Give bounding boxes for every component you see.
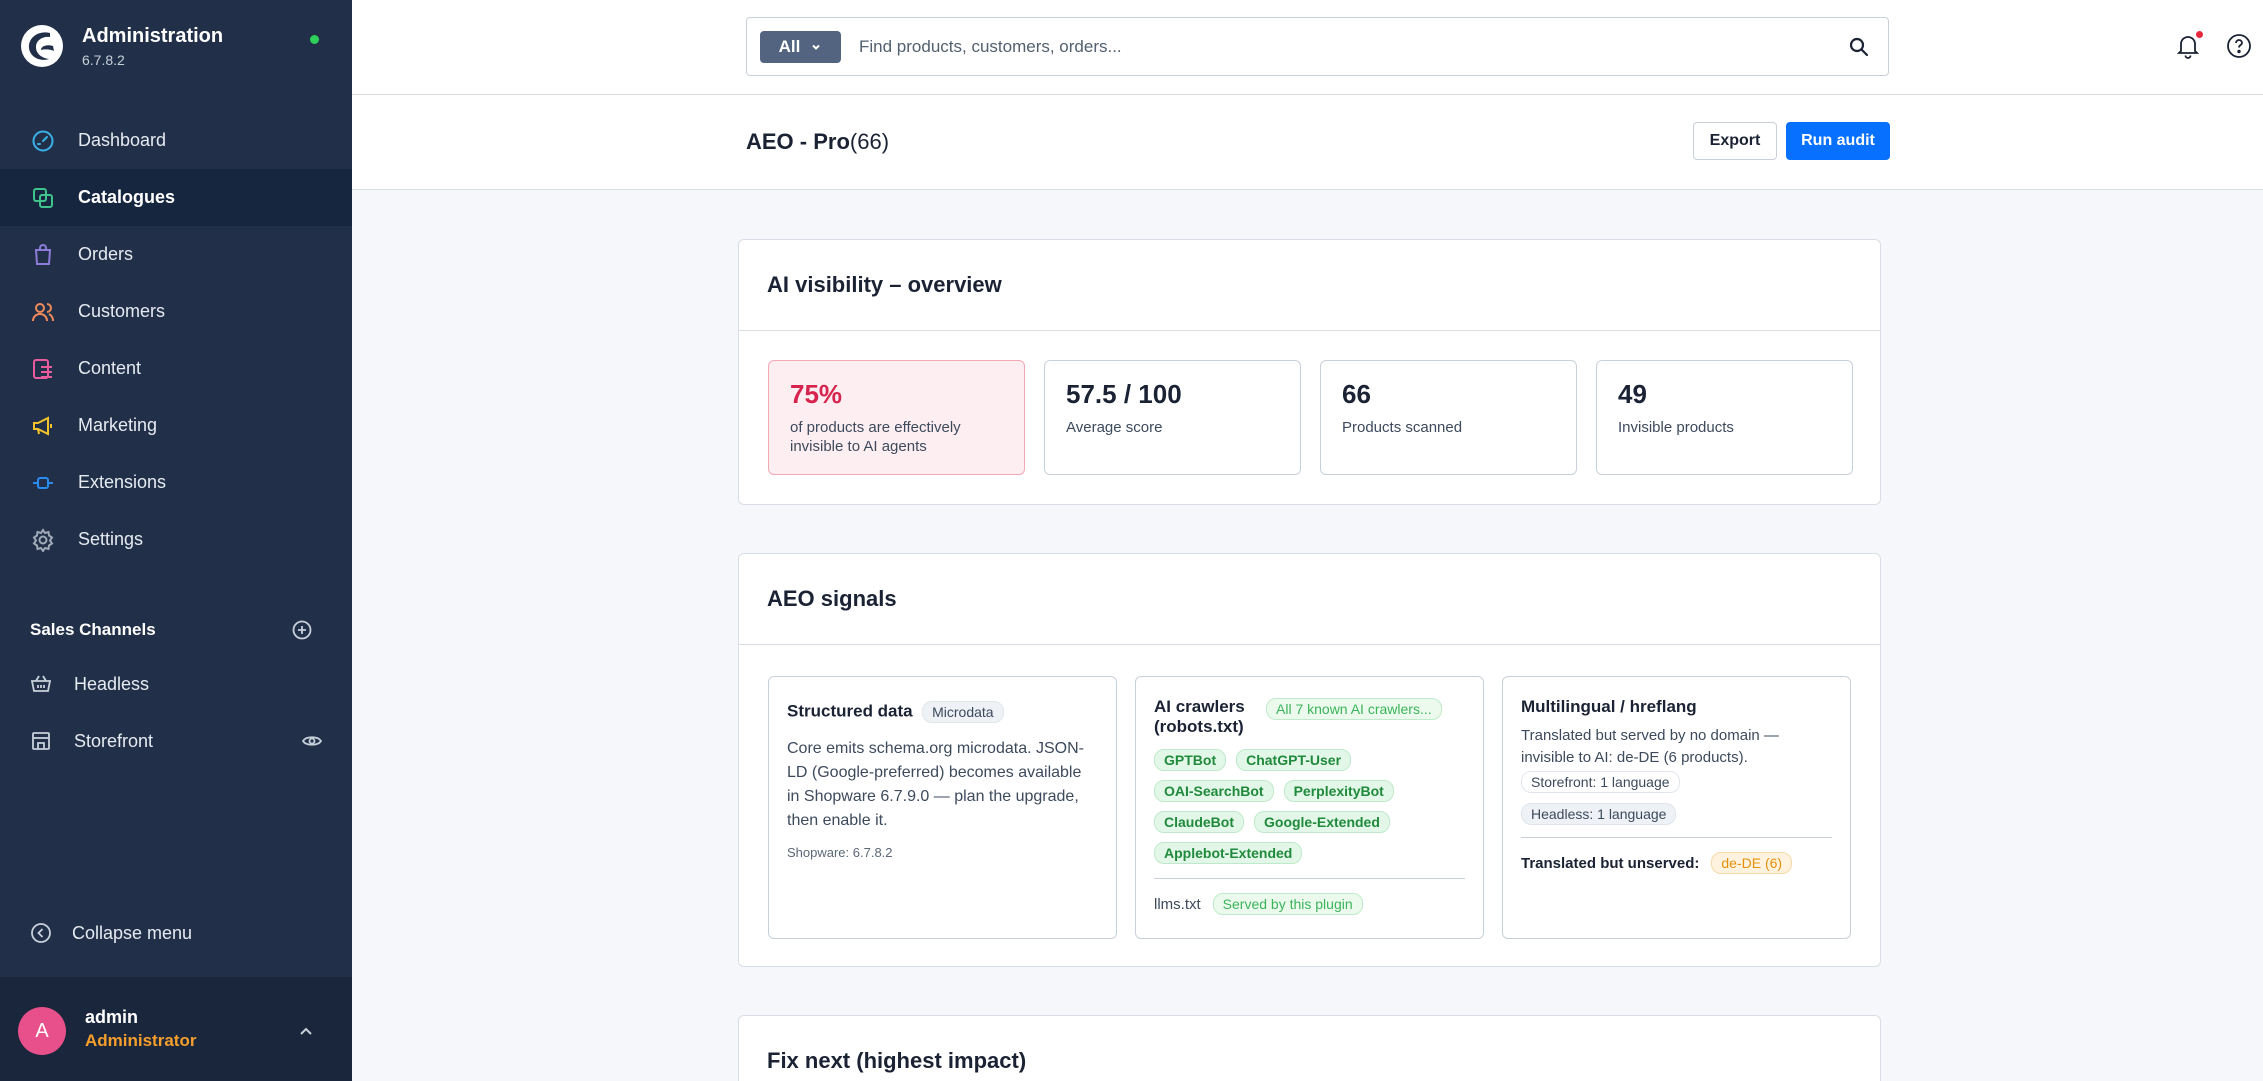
help-icon[interactable] <box>2226 33 2252 59</box>
store-icon <box>30 730 52 752</box>
kpi-invisible-share: 75% of products are effectively invisibl… <box>768 360 1025 475</box>
signals-title: AEO signals <box>739 554 1880 645</box>
search-icon[interactable] <box>1848 36 1870 58</box>
gear-icon <box>30 527 56 553</box>
overview-card: AI visibility – overview 75% of products… <box>738 239 1881 505</box>
fix-next-card: Fix next (highest impact) <box>738 1015 1881 1081</box>
kpi-products-scanned: 66 Products scanned <box>1320 360 1577 475</box>
overview-title: AI visibility – overview <box>739 240 1880 331</box>
structured-data-text: Core emits schema.org microdata. JSON-LD… <box>787 740 1084 829</box>
page-header: AEO - Pro(66) Export Run audit <box>352 95 2263 190</box>
users-icon <box>30 299 56 325</box>
fix-next-title: Fix next (highest impact) <box>767 1048 1027 1073</box>
sidebar: Administration 6.7.8.2 Dashboard Catalog… <box>0 0 352 1081</box>
signal-structured-data: Structured data Microdata Core emits sch… <box>768 676 1117 939</box>
nav-item-catalogues[interactable]: Catalogues <box>0 169 352 226</box>
llms-row: llms.txt Served by this plugin <box>1154 893 1465 915</box>
signals-card: AEO signals Structured data Microdata Co… <box>738 553 1881 967</box>
divider <box>1154 878 1465 879</box>
chevron-up-icon[interactable] <box>296 1021 316 1041</box>
sales-channels-title: Sales Channels <box>30 620 156 639</box>
avatar: A <box>18 1007 66 1055</box>
global-search: All <box>746 17 1889 76</box>
app-title: Administration <box>82 24 224 47</box>
structured-data-badge: Microdata <box>922 701 1004 723</box>
signal-multilingual: Multilingual / hreflang Translated but s… <box>1502 676 1851 939</box>
storefront-language-badge: Storefront: 1 language <box>1521 771 1680 793</box>
ai-crawlers-title: AI crawlers (robots.txt) <box>1154 697 1245 736</box>
run-audit-button[interactable]: Run audit <box>1786 122 1890 160</box>
multilingual-title: Multilingual / hreflang <box>1521 697 1697 716</box>
nav-item-dashboard[interactable]: Dashboard <box>0 112 352 169</box>
kpi-invisible-products: 49 Invisible products <box>1596 360 1853 475</box>
content-icon <box>30 356 56 382</box>
shopware-logo-icon <box>21 25 63 67</box>
app-version: 6.7.8.2 <box>82 51 125 68</box>
chevron-down-icon <box>812 44 821 50</box>
bot-tag: GPTBot <box>1154 749 1227 771</box>
multilingual-text: Translated but served by no domain — inv… <box>1521 727 1779 766</box>
status-indicator <box>310 35 319 44</box>
eye-icon[interactable] <box>302 731 322 751</box>
megaphone-icon <box>30 413 56 439</box>
brand[interactable]: Administration 6.7.8.2 <box>20 24 223 68</box>
notification-badge <box>2196 31 2203 38</box>
bot-tag: PerplexityBot <box>1283 780 1394 802</box>
catalog-icon <box>30 185 56 211</box>
nav-item-orders[interactable]: Orders <box>0 226 352 283</box>
search-input[interactable] <box>859 36 1848 57</box>
nav-item-content[interactable]: Content <box>0 340 352 397</box>
chevron-left-circle-icon <box>30 922 52 944</box>
add-sales-channel-icon[interactable] <box>292 620 312 640</box>
kpi-average-score: 57.5 / 100 Average score <box>1044 360 1301 475</box>
bag-icon <box>30 242 56 268</box>
user-menu[interactable]: A admin Administrator <box>0 977 352 1081</box>
bot-tag: Applebot-Extended <box>1154 842 1303 864</box>
nav-item-marketing[interactable]: Marketing <box>0 397 352 454</box>
signal-ai-crawlers: AI crawlers (robots.txt) All 7 known AI … <box>1135 676 1484 939</box>
nav-item-extensions[interactable]: Extensions <box>0 454 352 511</box>
unserved-row: Translated but unserved: de-DE (6) <box>1521 852 1832 874</box>
gauge-icon <box>30 128 56 154</box>
top-bar: All <box>352 0 2263 95</box>
page-title: AEO - Pro(66) <box>746 129 890 154</box>
headless-language-badge: Headless: 1 language <box>1521 803 1677 825</box>
export-button[interactable]: Export <box>1693 122 1777 160</box>
shopware-version: Shopware: 6.7.8.2 <box>787 845 893 860</box>
sales-channel-storefront[interactable]: Storefront <box>30 726 322 756</box>
page-count: (66) <box>849 129 890 154</box>
nav-item-settings[interactable]: Settings <box>0 511 352 568</box>
user-name: admin <box>85 1007 139 1027</box>
collapse-menu-button[interactable]: Collapse menu <box>30 922 192 944</box>
bot-tag: ChatGPT-User <box>1236 749 1352 771</box>
bot-tag: ClaudeBot <box>1154 811 1244 833</box>
basket-icon <box>30 673 52 695</box>
llms-badge: Served by this plugin <box>1212 893 1363 915</box>
plug-icon <box>30 470 56 496</box>
divider <box>1521 837 1832 838</box>
bot-tag: OAI-SearchBot <box>1154 780 1274 802</box>
unserved-badge: de-DE (6) <box>1711 852 1793 874</box>
sales-channel-headless[interactable]: Headless <box>30 669 322 699</box>
main-nav: Dashboard Catalogues Orders Customers Co… <box>0 112 352 568</box>
nav-item-customers[interactable]: Customers <box>0 283 352 340</box>
user-role: Administrator <box>85 1031 197 1050</box>
bot-list: GPTBot ChatGPT-User OAI-SearchBot Perple… <box>1154 749 1464 864</box>
ai-crawlers-badge: All 7 known AI crawlers... <box>1266 698 1442 720</box>
search-scope-dropdown[interactable]: All <box>760 30 841 63</box>
bot-tag: Google-Extended <box>1254 811 1390 833</box>
